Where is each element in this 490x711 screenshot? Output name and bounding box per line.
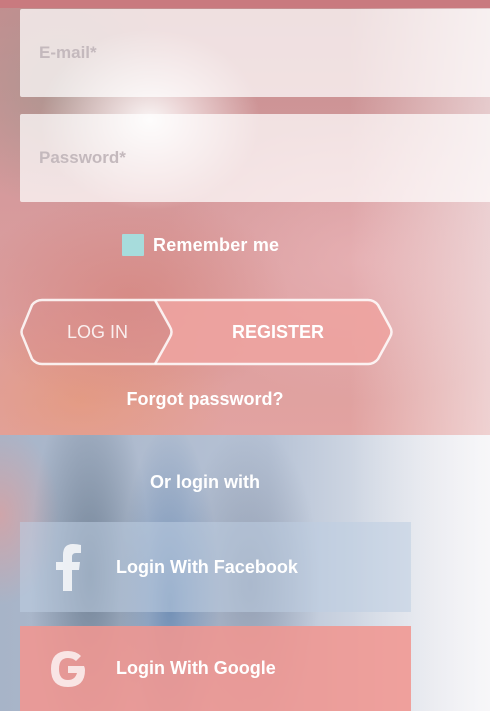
password-field-container	[20, 114, 490, 202]
login-register-toggle: LOG IN REGISTER	[20, 297, 395, 367]
email-field-container	[20, 9, 490, 97]
checkbox-box[interactable]	[122, 234, 144, 256]
google-login-button[interactable]: Login With Google	[20, 626, 411, 711]
forgot-password-link[interactable]: Forgot password?	[0, 389, 410, 410]
or-login-heading: Or login with	[150, 472, 260, 492]
register-tab[interactable]: REGISTER	[178, 297, 378, 367]
facebook-login-label: Login With Facebook	[116, 556, 298, 577]
remember-me-label: Remember me	[153, 234, 280, 255]
facebook-login-button[interactable]: Login With Facebook	[20, 522, 411, 612]
password-field[interactable]	[20, 114, 490, 202]
remember-me-checkbox[interactable]: Remember me	[122, 233, 279, 257]
login-tab[interactable]: LOG IN	[20, 297, 175, 367]
google-g-icon	[20, 626, 116, 711]
register-tab-label: REGISTER	[231, 321, 324, 342]
top-band	[0, 0, 490, 8]
login-tab-label: LOG IN	[66, 321, 128, 342]
facebook-f-icon	[20, 522, 116, 612]
email-field[interactable]	[20, 9, 490, 97]
google-login-label: Login With Google	[116, 658, 276, 678]
